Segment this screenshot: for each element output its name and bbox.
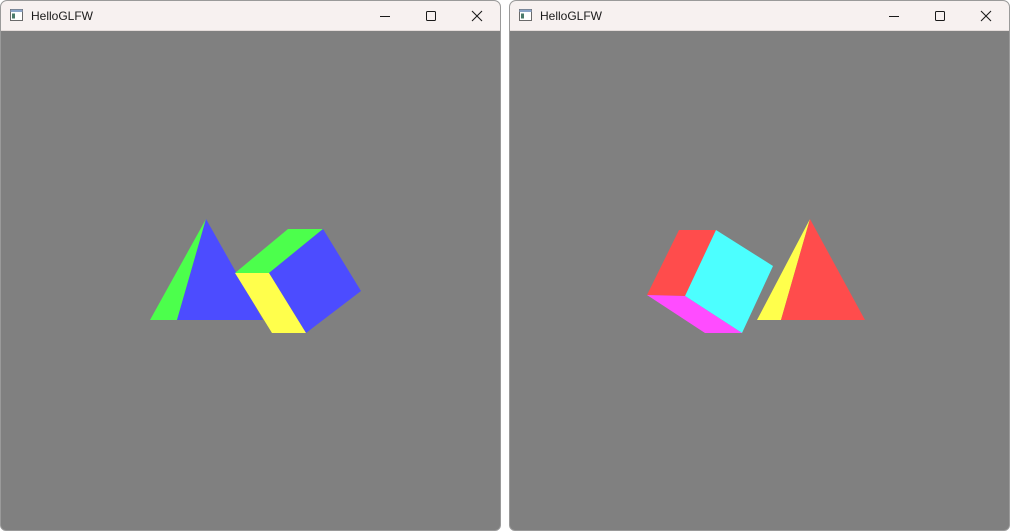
maximize-icon — [935, 11, 945, 21]
scene-canvas — [647, 219, 865, 333]
app-icon — [519, 9, 532, 21]
close-icon — [471, 10, 483, 22]
app-icon — [10, 9, 23, 21]
title-bar[interactable]: HelloGLFW — [1, 1, 500, 31]
minimize-button[interactable] — [362, 1, 408, 31]
gl-viewport[interactable] — [1, 31, 500, 530]
maximize-icon — [426, 11, 436, 21]
close-button[interactable] — [454, 1, 500, 31]
scene-canvas — [150, 219, 361, 333]
close-icon — [980, 10, 992, 22]
title-bar[interactable]: HelloGLFW — [510, 1, 1009, 31]
window-title: HelloGLFW — [540, 9, 603, 23]
desktop: HelloGLFW HelloGLFW — [0, 0, 1011, 532]
gl-viewport[interactable] — [510, 31, 1009, 530]
minimize-icon — [380, 16, 390, 17]
maximize-button[interactable] — [408, 1, 454, 31]
glfw-window-left[interactable]: HelloGLFW — [0, 0, 501, 531]
cube — [647, 230, 773, 333]
window-title: HelloGLFW — [31, 9, 94, 23]
pyramid — [757, 219, 865, 320]
minimize-icon — [889, 16, 899, 17]
glfw-window-right[interactable]: HelloGLFW — [509, 0, 1010, 531]
maximize-button[interactable] — [917, 1, 963, 31]
minimize-button[interactable] — [871, 1, 917, 31]
close-button[interactable] — [963, 1, 1009, 31]
